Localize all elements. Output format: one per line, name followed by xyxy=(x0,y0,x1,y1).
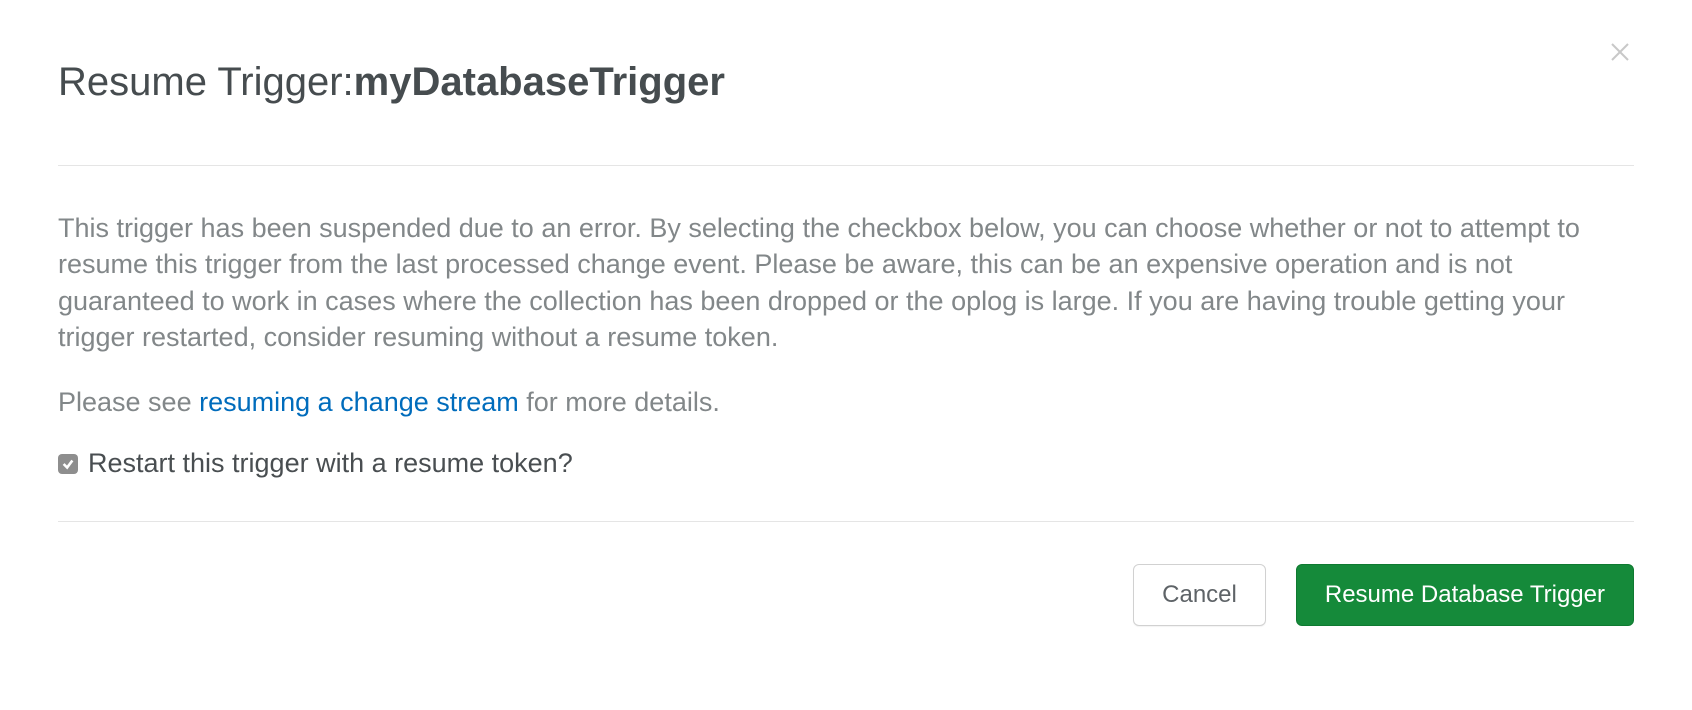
resume-trigger-modal: Resume Trigger: myDatabaseTrigger This t… xyxy=(0,0,1692,676)
cancel-button[interactable]: Cancel xyxy=(1133,564,1266,626)
resuming-change-stream-link[interactable]: resuming a change stream xyxy=(199,387,519,417)
help-prefix: Please see xyxy=(58,387,199,417)
close-icon[interactable] xyxy=(1608,40,1632,64)
modal-footer: Cancel Resume Database Trigger xyxy=(58,564,1634,626)
checkmark-icon xyxy=(61,457,75,471)
resume-token-checkbox-row: Restart this trigger with a resume token… xyxy=(58,448,1634,479)
resume-database-trigger-button[interactable]: Resume Database Trigger xyxy=(1296,564,1634,626)
footer-divider xyxy=(58,521,1634,522)
resume-token-checkbox[interactable] xyxy=(58,454,78,474)
title-prefix: Resume Trigger: xyxy=(58,60,354,105)
help-suffix: for more details. xyxy=(519,387,720,417)
modal-header: Resume Trigger: myDatabaseTrigger xyxy=(58,60,1634,105)
description-paragraph: This trigger has been suspended due to a… xyxy=(58,210,1634,356)
header-divider xyxy=(58,165,1634,166)
help-paragraph: Please see resuming a change stream for … xyxy=(58,384,1634,420)
resume-token-checkbox-label: Restart this trigger with a resume token… xyxy=(88,448,573,479)
trigger-name: myDatabaseTrigger xyxy=(354,60,725,105)
